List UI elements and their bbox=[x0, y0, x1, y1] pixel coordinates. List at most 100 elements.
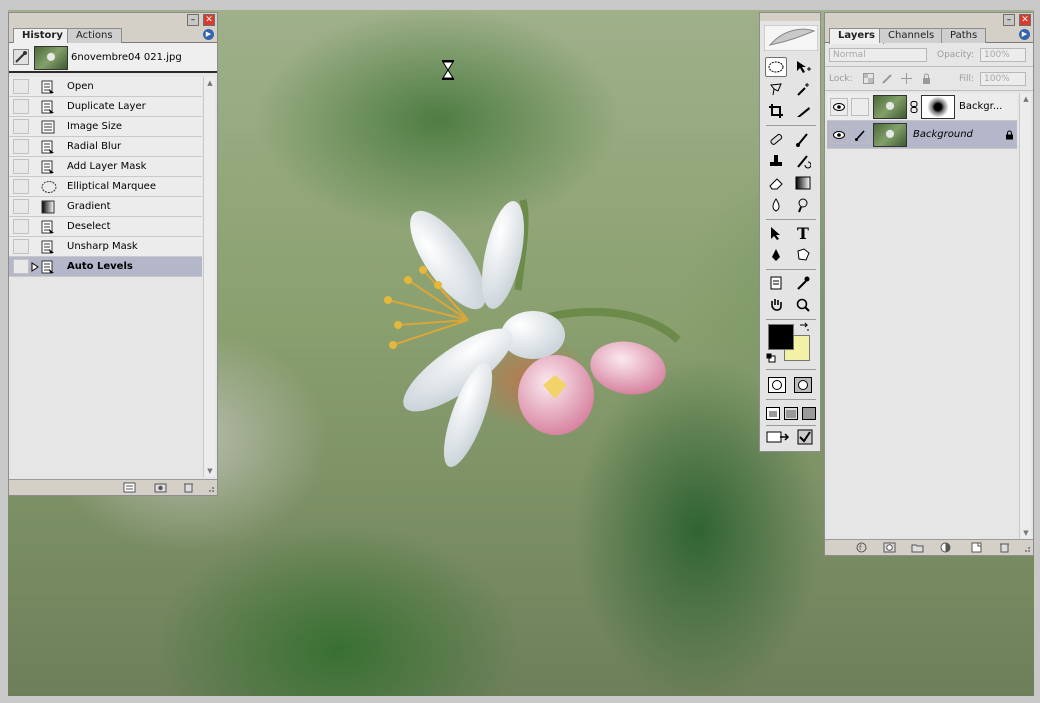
healing-brush-tool[interactable] bbox=[765, 129, 787, 149]
lasso-tool[interactable] bbox=[765, 79, 787, 99]
new-group-folder-icon[interactable] bbox=[911, 542, 924, 553]
panel-menu-button[interactable]: ▶ bbox=[203, 29, 214, 40]
layer-visibility-toggle[interactable] bbox=[830, 98, 848, 116]
tab-paths[interactable]: Paths bbox=[941, 28, 987, 43]
fill-input[interactable]: 100% bbox=[980, 72, 1026, 86]
trash-icon[interactable] bbox=[998, 542, 1011, 553]
scroll-up-icon[interactable]: ▲ bbox=[205, 78, 215, 88]
blend-mode-select[interactable]: Normal bbox=[829, 48, 927, 62]
tab-channels[interactable]: Channels bbox=[879, 28, 944, 43]
scroll-down-icon[interactable]: ▼ bbox=[1021, 528, 1031, 538]
history-source-checkbox[interactable] bbox=[13, 259, 29, 274]
history-source-checkbox[interactable] bbox=[13, 99, 29, 114]
lock-position-move-icon[interactable] bbox=[901, 73, 912, 84]
swap-colors-icon[interactable] bbox=[798, 321, 810, 333]
layer-link-toggle[interactable] bbox=[851, 126, 869, 144]
close-button[interactable]: ✕ bbox=[1019, 14, 1031, 26]
foreground-color-swatch-front[interactable] bbox=[768, 324, 794, 350]
add-mask-icon[interactable] bbox=[883, 542, 896, 553]
quick-mask-button[interactable] bbox=[792, 375, 814, 395]
layer-link-toggle[interactable] bbox=[851, 98, 869, 116]
crop-tool[interactable] bbox=[765, 101, 787, 121]
full-screen-menu-mode-button[interactable] bbox=[782, 403, 800, 423]
slice-tool[interactable] bbox=[792, 101, 814, 121]
type-tool[interactable]: T bbox=[792, 223, 814, 243]
scroll-up-icon[interactable]: ▲ bbox=[1021, 94, 1031, 104]
layer-style-icon[interactable]: f bbox=[855, 542, 868, 553]
pen-tool[interactable] bbox=[765, 245, 787, 265]
history-source-checkbox[interactable] bbox=[13, 239, 29, 254]
history-source-checkbox[interactable] bbox=[13, 159, 29, 174]
history-state-slider-icon[interactable] bbox=[31, 262, 39, 272]
adjustment-layer-icon[interactable] bbox=[939, 542, 952, 553]
history-source-checkbox[interactable] bbox=[13, 199, 29, 214]
elliptical-marquee-tool[interactable] bbox=[765, 57, 787, 77]
history-source-checkbox[interactable] bbox=[13, 79, 29, 94]
layers-panel-titlebar[interactable]: – ✕ bbox=[825, 13, 1033, 27]
history-panel-titlebar[interactable]: – ✕ bbox=[9, 13, 217, 27]
clone-stamp-tool[interactable] bbox=[765, 151, 787, 171]
gradient-tool[interactable] bbox=[792, 173, 814, 193]
jump-to-imageready-button[interactable] bbox=[765, 427, 791, 447]
history-state-row[interactable]: Add Layer Mask bbox=[9, 157, 202, 177]
move-tool[interactable] bbox=[792, 57, 814, 77]
dodge-tool[interactable] bbox=[792, 195, 814, 215]
scroll-down-icon[interactable]: ▼ bbox=[205, 466, 215, 476]
path-selection-tool[interactable] bbox=[765, 223, 787, 243]
history-source-checkbox[interactable] bbox=[13, 219, 29, 234]
feather-logo-icon[interactable] bbox=[764, 25, 818, 51]
custom-shape-tool[interactable] bbox=[792, 245, 814, 265]
layer-mask-thumbnail[interactable] bbox=[921, 95, 955, 119]
camera-snapshot-icon[interactable] bbox=[154, 482, 167, 493]
notes-tool[interactable] bbox=[765, 273, 787, 293]
history-state-row[interactable]: Gradient bbox=[9, 197, 202, 217]
zoom-tool[interactable] bbox=[792, 295, 814, 315]
layer-row[interactable]: Background bbox=[827, 121, 1017, 149]
history-state-row[interactable]: Unsharp Mask bbox=[9, 237, 202, 257]
lock-transparency-icon[interactable] bbox=[863, 73, 874, 84]
history-scrollbar[interactable]: ▲ ▼ bbox=[203, 77, 215, 477]
history-state-row[interactable]: Open bbox=[9, 77, 202, 97]
new-layer-icon[interactable] bbox=[970, 542, 983, 553]
toolbox-titlebar[interactable] bbox=[760, 13, 820, 21]
history-state-row[interactable]: Duplicate Layer bbox=[9, 97, 202, 117]
blur-tool[interactable] bbox=[765, 195, 787, 215]
history-state-row[interactable]: Elliptical Marquee bbox=[9, 177, 202, 197]
standard-screen-mode-button[interactable] bbox=[764, 403, 782, 423]
imageready-logo-button[interactable] bbox=[794, 427, 816, 447]
lock-pixels-brush-icon[interactable] bbox=[882, 73, 893, 84]
history-brush-tool[interactable] bbox=[792, 151, 814, 171]
default-colors-icon[interactable] bbox=[766, 353, 776, 363]
eraser-tool[interactable] bbox=[765, 173, 787, 193]
layer-name[interactable]: Background bbox=[913, 129, 973, 140]
minimize-button[interactable]: – bbox=[187, 14, 199, 26]
history-snapshot[interactable]: 6novembre04 021.jpg bbox=[9, 43, 217, 73]
resize-grip-icon[interactable] bbox=[203, 482, 216, 493]
history-state-row[interactable]: Auto Levels bbox=[9, 257, 202, 277]
history-state-row[interactable]: Image Size bbox=[9, 117, 202, 137]
history-state-row[interactable]: Radial Blur bbox=[9, 137, 202, 157]
magic-wand-tool[interactable] bbox=[792, 79, 814, 99]
trash-icon[interactable] bbox=[182, 482, 195, 493]
tab-layers[interactable]: Layers bbox=[829, 28, 884, 44]
resize-grip-icon[interactable] bbox=[1019, 542, 1032, 553]
tab-actions[interactable]: Actions bbox=[67, 28, 122, 43]
eyedropper-tool[interactable] bbox=[792, 273, 814, 293]
standard-mode-button[interactable] bbox=[766, 375, 788, 395]
close-button[interactable]: ✕ bbox=[203, 14, 215, 26]
opacity-input[interactable]: 100% bbox=[980, 48, 1026, 62]
panel-menu-button[interactable]: ▶ bbox=[1019, 29, 1030, 40]
history-brush-icon[interactable] bbox=[13, 49, 29, 65]
mask-link-chain-icon[interactable] bbox=[910, 101, 918, 113]
history-source-checkbox[interactable] bbox=[13, 179, 29, 194]
tab-history[interactable]: History bbox=[13, 28, 72, 44]
brush-tool[interactable] bbox=[792, 129, 814, 149]
hand-tool[interactable] bbox=[765, 295, 787, 315]
history-state-row[interactable]: Deselect bbox=[9, 217, 202, 237]
lock-all-icon[interactable] bbox=[921, 73, 932, 84]
layer-name[interactable]: Backgr... bbox=[959, 101, 1002, 112]
layer-row[interactable]: Backgr... bbox=[827, 93, 1017, 121]
full-screen-mode-button[interactable] bbox=[800, 403, 818, 423]
layers-scrollbar[interactable]: ▲ ▼ bbox=[1019, 93, 1031, 539]
layer-visibility-toggle[interactable] bbox=[830, 126, 848, 144]
